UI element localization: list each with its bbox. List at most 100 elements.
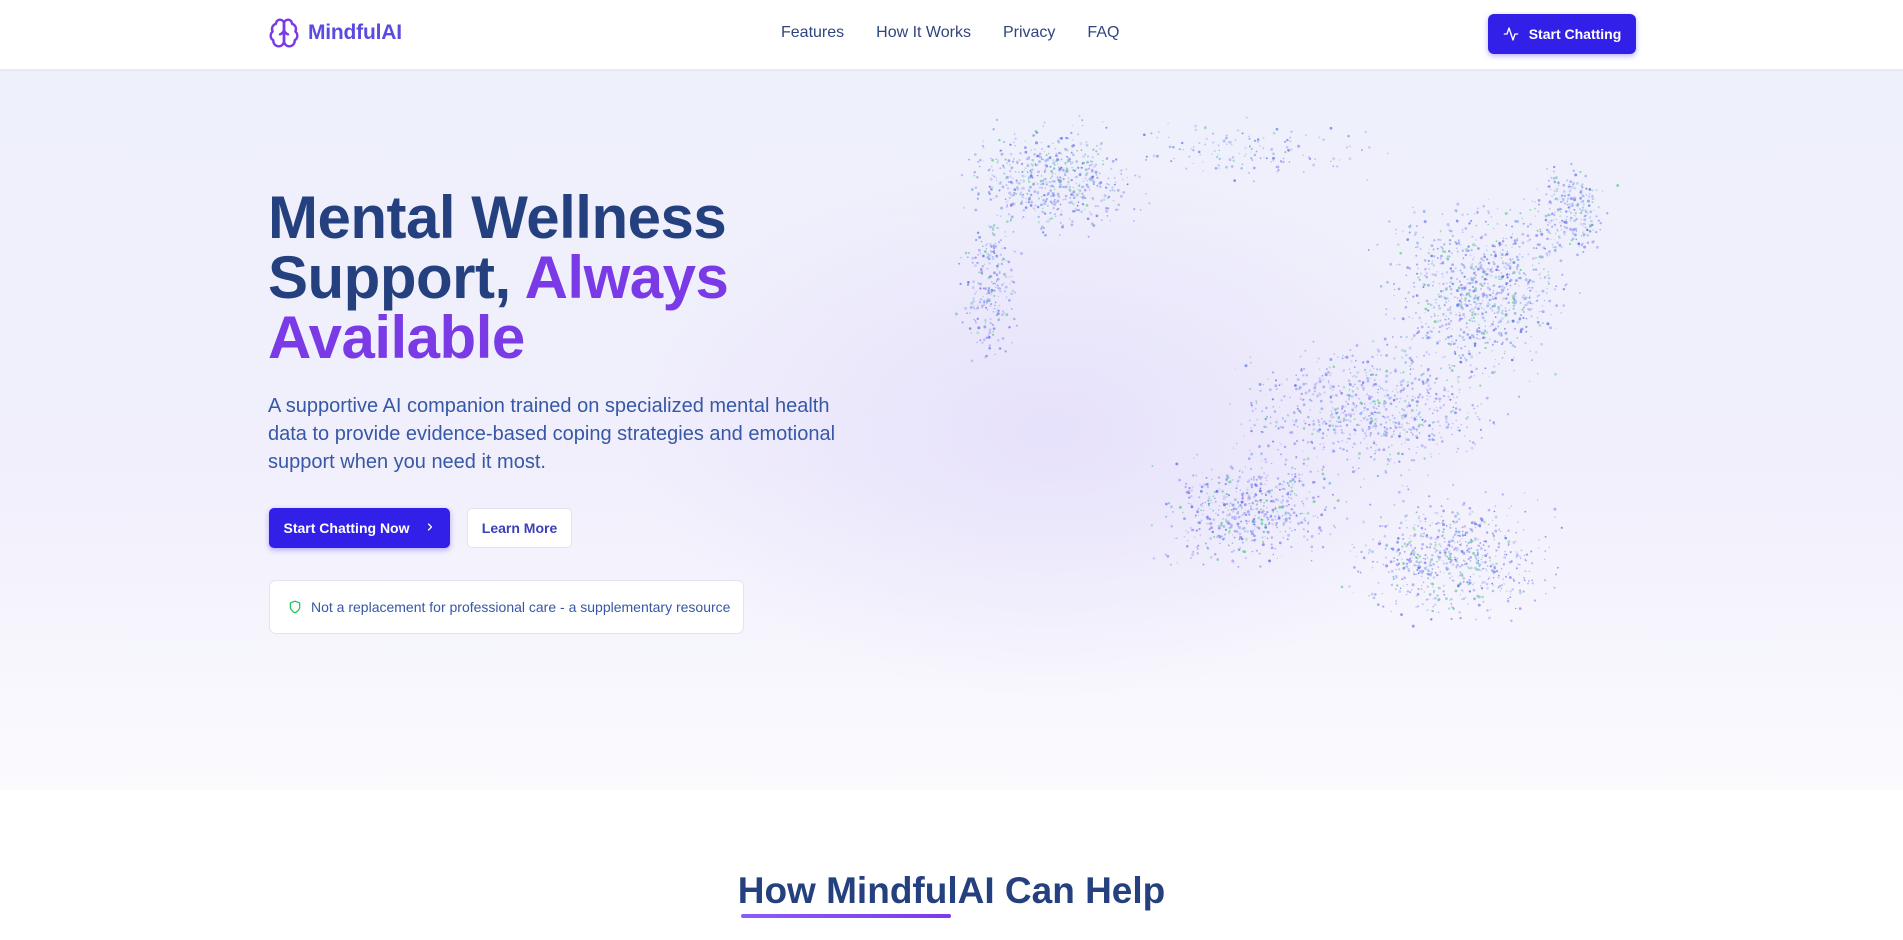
particle-dot bbox=[1412, 571, 1415, 573]
particle-dot bbox=[1295, 456, 1298, 459]
start-chatting-now-button[interactable]: Start Chatting Now bbox=[269, 508, 450, 548]
brand-name: MindfulAI bbox=[308, 21, 402, 44]
particle-dot bbox=[1513, 298, 1516, 301]
particle-dot bbox=[1204, 542, 1207, 545]
nav-link-how-it-works[interactable]: How It Works bbox=[876, 24, 971, 42]
particle-dot bbox=[1377, 582, 1380, 584]
particle-dot bbox=[1217, 514, 1220, 517]
particle-dot bbox=[1484, 336, 1487, 339]
particle-dot bbox=[1504, 254, 1507, 256]
particle-dot bbox=[1016, 161, 1019, 164]
particle-dot bbox=[1433, 603, 1437, 606]
particle-dot bbox=[1263, 472, 1266, 475]
particle-dot bbox=[1437, 528, 1441, 532]
particle-dot bbox=[1290, 148, 1293, 151]
particle-dot bbox=[1187, 531, 1190, 534]
particle-dot bbox=[1561, 222, 1563, 224]
particle-dot bbox=[981, 245, 984, 248]
particle-dot bbox=[1532, 280, 1535, 284]
particle-dot bbox=[1389, 402, 1393, 406]
hero-title: Mental Wellness Support, Always Availabl… bbox=[268, 188, 908, 368]
particle-dot bbox=[1492, 262, 1496, 266]
particle-dot bbox=[1406, 543, 1409, 546]
particle-dot bbox=[1466, 278, 1469, 281]
particle-dot bbox=[1544, 550, 1547, 552]
particle-dot bbox=[1439, 367, 1442, 370]
particle-dot bbox=[1038, 155, 1041, 159]
particle-dot bbox=[1390, 583, 1394, 587]
particle-dot bbox=[1575, 219, 1577, 221]
particle-dot bbox=[1424, 545, 1427, 547]
brand-logo-link[interactable]: MindfulAI bbox=[268, 17, 402, 49]
particle-dot bbox=[1354, 393, 1358, 397]
particle-dot bbox=[1077, 184, 1081, 188]
particle-dot bbox=[1509, 341, 1513, 345]
particle-dot bbox=[1402, 538, 1404, 541]
particle-dot bbox=[1001, 283, 1004, 286]
nav-link-privacy[interactable]: Privacy bbox=[1003, 24, 1055, 42]
particle-dot bbox=[1468, 352, 1471, 356]
particle-dot bbox=[1015, 324, 1018, 327]
particle-dot bbox=[1569, 219, 1571, 222]
particle-dot bbox=[1230, 550, 1234, 554]
particle-dot bbox=[1265, 406, 1268, 410]
particle-dot bbox=[1403, 409, 1406, 412]
particle-dot bbox=[1321, 472, 1325, 476]
particle-dot bbox=[1484, 367, 1487, 370]
particle-dot bbox=[1063, 173, 1067, 177]
particle-dot bbox=[1446, 379, 1448, 382]
particle-dot bbox=[1508, 309, 1511, 312]
particle-dot bbox=[1231, 479, 1234, 481]
particle-dot bbox=[1504, 307, 1507, 309]
particle-dot bbox=[1482, 313, 1484, 315]
particle-dot bbox=[1365, 404, 1367, 407]
particle-dot bbox=[1428, 268, 1430, 270]
particle-dot bbox=[994, 282, 996, 285]
particle-dot bbox=[1381, 525, 1384, 527]
particle-dot bbox=[1042, 179, 1045, 182]
particle-dot bbox=[1280, 399, 1283, 402]
particle-dot bbox=[1430, 558, 1434, 561]
particle-dot bbox=[1582, 232, 1586, 236]
particle-dot bbox=[1401, 356, 1404, 359]
particle-dot bbox=[1244, 537, 1248, 541]
particle-dot bbox=[1439, 406, 1442, 410]
particle-dot bbox=[1263, 510, 1265, 512]
particle-dot bbox=[1563, 194, 1566, 198]
particle-dot bbox=[1453, 396, 1455, 399]
particle-dot bbox=[1504, 350, 1506, 353]
start-chatting-button[interactable]: Start Chatting bbox=[1488, 14, 1636, 54]
particle-dot bbox=[1331, 449, 1334, 451]
particle-dot bbox=[1386, 343, 1389, 346]
particle-dot bbox=[1287, 512, 1290, 515]
particle-dot bbox=[1567, 185, 1570, 188]
particle-dot bbox=[1191, 553, 1195, 557]
particle-dot bbox=[1440, 239, 1442, 241]
particle-dot bbox=[1359, 571, 1362, 574]
particle-dot bbox=[1193, 146, 1195, 148]
particle-dot bbox=[1225, 494, 1227, 496]
particle-dot bbox=[1502, 275, 1505, 277]
particle-dot bbox=[1231, 534, 1234, 536]
particle-dot bbox=[1413, 377, 1417, 381]
particle-dot bbox=[1442, 404, 1445, 407]
particle-dot bbox=[1486, 341, 1489, 344]
particle-dot bbox=[1449, 276, 1453, 280]
particle-dot bbox=[1056, 157, 1059, 161]
particle-dot bbox=[1563, 225, 1567, 229]
particle-dot bbox=[1260, 501, 1262, 504]
particle-dot bbox=[1064, 194, 1068, 198]
particle-dot bbox=[1415, 409, 1418, 411]
particle-dot bbox=[1465, 358, 1468, 361]
particle-dot bbox=[1060, 136, 1063, 140]
nav-link-features[interactable]: Features bbox=[781, 24, 844, 42]
particle-dot bbox=[1436, 377, 1439, 379]
particle-dot bbox=[1441, 534, 1444, 537]
particle-dot bbox=[1294, 475, 1297, 478]
nav-link-faq[interactable]: FAQ bbox=[1087, 24, 1119, 42]
particle-dot bbox=[1476, 554, 1479, 557]
particle-dot bbox=[1450, 269, 1454, 273]
learn-more-button[interactable]: Learn More bbox=[467, 508, 572, 548]
particle-dot bbox=[984, 250, 987, 253]
particle-dot bbox=[1412, 295, 1415, 298]
